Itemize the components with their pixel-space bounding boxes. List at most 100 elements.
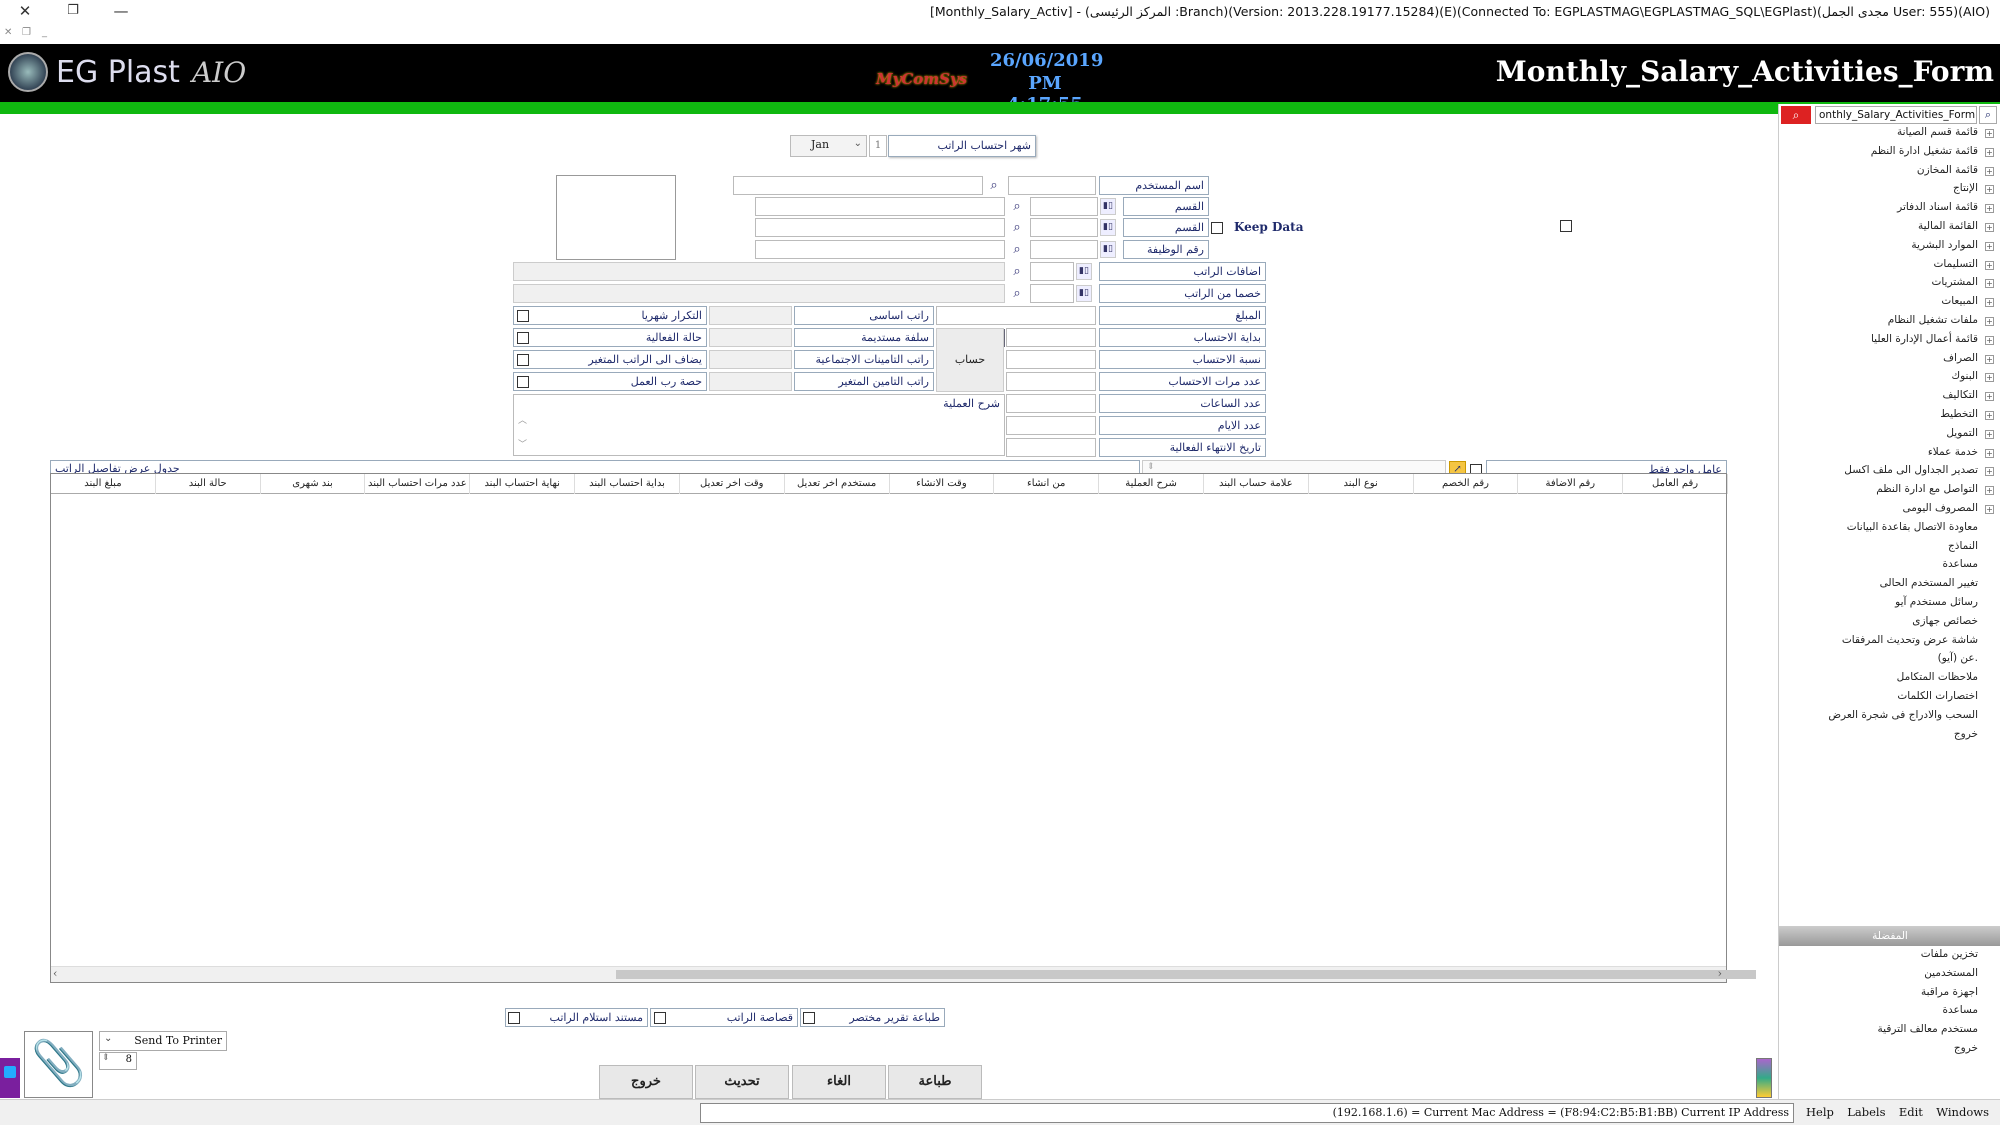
sidebar-tree-item[interactable]: البنوك bbox=[1951, 370, 1978, 382]
expand-icon[interactable]: + bbox=[1985, 354, 1994, 364]
sidebar-tree-item[interactable]: النماذج bbox=[1948, 540, 1978, 552]
salary-receipt-checkbox[interactable] bbox=[508, 1012, 520, 1024]
grid-column-header[interactable]: عدد مرات احتساب البند bbox=[365, 474, 471, 494]
sidebar-tree-item[interactable]: الموارد البشرية bbox=[1911, 239, 1978, 251]
sidebar-tree-item[interactable]: التخطيط bbox=[1940, 408, 1978, 420]
expand-icon[interactable]: + bbox=[1985, 448, 1994, 458]
favorites-item[interactable]: اجهزة مراقبة bbox=[1921, 986, 1978, 998]
hours-input[interactable] bbox=[1006, 394, 1096, 413]
sidebar-tree-item[interactable]: التكاليف bbox=[1942, 389, 1978, 401]
sidebar-tree-item[interactable]: السحب والادراج فى شجرة العرض bbox=[1828, 709, 1978, 721]
sidebar-tree-item[interactable]: رسائل مستخدم آيو bbox=[1895, 596, 1978, 608]
paperclip-icon[interactable]: 📎 bbox=[24, 1031, 93, 1098]
exit-button[interactable]: خروج bbox=[599, 1065, 693, 1099]
search-icon[interactable]: ⌕ bbox=[1781, 106, 1811, 124]
scrollbar-thumb[interactable] bbox=[616, 970, 1756, 979]
search-icon[interactable]: ⌕ bbox=[985, 177, 1003, 195]
printer-select[interactable]: ⌄ Send To Printer bbox=[99, 1031, 227, 1051]
salary-details-grid[interactable]: رقم العامل رقم الاضافة رقم الخصم نوع البند ع… bbox=[50, 473, 1756, 983]
expand-icon[interactable]: + bbox=[1985, 317, 1994, 326]
scroll-down-icon[interactable]: ﹀ bbox=[518, 437, 527, 450]
grid-column-header[interactable]: مبلغ البند bbox=[51, 474, 156, 494]
username-code-input[interactable] bbox=[1008, 176, 1096, 195]
deductions-lookup-button[interactable]: ▮▯ bbox=[1076, 285, 1092, 302]
sidebar-tree-item[interactable]: التسليمات bbox=[1934, 258, 1978, 270]
sidebar-tree-item[interactable]: خصائص جهازى bbox=[1912, 615, 1978, 627]
minimize-icon[interactable]: — bbox=[106, 0, 136, 22]
grid-column-header[interactable]: مستخدم اخر تعديل bbox=[785, 474, 890, 494]
grid-column-header[interactable]: وقت الانشاء bbox=[890, 474, 995, 494]
favorites-item[interactable]: المستخدمين bbox=[1924, 967, 1978, 979]
sidebar-search-input[interactable]: onthly_Salary_Activities_Form bbox=[1815, 106, 1977, 124]
sidebar-tree-item[interactable]: المصروف اليومى bbox=[1903, 502, 1978, 514]
calc-count-input[interactable] bbox=[1006, 372, 1096, 391]
grid-column-header[interactable]: حالة البند bbox=[156, 474, 261, 494]
sidebar-tree-item[interactable]: خدمة عملاء bbox=[1928, 446, 1978, 458]
grid-column-header[interactable]: نوع البند bbox=[1309, 474, 1414, 494]
copies-spinner[interactable]: ⇕ 8 bbox=[99, 1052, 137, 1070]
restore-icon[interactable]: ❐ bbox=[22, 27, 36, 41]
search-icon[interactable]: ⌕ bbox=[1008, 263, 1026, 281]
spinner-icon[interactable]: ⇕ bbox=[1147, 462, 1155, 472]
expand-icon[interactable]: + bbox=[1985, 429, 1994, 439]
sidebar-tree-item[interactable]: خروج bbox=[1954, 728, 1978, 740]
deductions-name-input[interactable] bbox=[513, 284, 1005, 303]
job-name-input[interactable] bbox=[755, 240, 1005, 259]
keep-data-checkbox[interactable] bbox=[1211, 222, 1223, 234]
search-icon[interactable]: ⌕ bbox=[1979, 106, 1997, 124]
restore-icon[interactable]: ❐ bbox=[58, 0, 88, 22]
spinner-icon[interactable]: ⇕ bbox=[102, 1053, 110, 1063]
sidebar-tree-item[interactable]: المبيعات bbox=[1941, 295, 1978, 307]
color-strip-icon[interactable] bbox=[1756, 1058, 1772, 1098]
sidebar-tree-item[interactable]: المشتريات bbox=[1931, 276, 1978, 288]
favorites-item[interactable]: تخزين ملفات bbox=[1921, 948, 1978, 960]
month-select[interactable]: Jan ⌄ bbox=[790, 135, 867, 157]
chevron-down-icon[interactable]: ⌄ bbox=[854, 138, 862, 149]
chevron-down-icon[interactable]: ⌄ bbox=[104, 1033, 112, 1044]
sidebar-tree-item[interactable]: الإنتاج bbox=[1953, 182, 1978, 194]
username-name-input[interactable] bbox=[733, 176, 983, 195]
grid-column-header[interactable]: رقم الاضافة bbox=[1518, 474, 1624, 494]
expand-icon[interactable]: + bbox=[1985, 166, 1994, 176]
dept-name-input[interactable] bbox=[755, 197, 1005, 216]
scroll-up-icon[interactable]: ︿ bbox=[518, 413, 527, 426]
expand-icon[interactable]: + bbox=[1985, 392, 1994, 402]
sidebar-tree-item[interactable]: اختصارات الكلمات bbox=[1897, 690, 1978, 702]
additions-code-input[interactable] bbox=[1030, 262, 1074, 281]
grid-column-header[interactable]: نهاية احتساب البند bbox=[470, 474, 576, 494]
scroll-left-icon[interactable]: ‹ bbox=[53, 967, 57, 980]
dept-lookup-button[interactable]: ▮▯ bbox=[1100, 198, 1116, 215]
sidebar-tree-item[interactable]: ملاحظات المتكامل bbox=[1897, 671, 1978, 683]
expand-icon[interactable]: + bbox=[1985, 147, 1994, 157]
sidebar-tree-item[interactable]: قائمة قسم الصيانة bbox=[1897, 126, 1978, 138]
print-short-checkbox[interactable] bbox=[803, 1012, 815, 1024]
expand-icon[interactable]: + bbox=[1985, 373, 1994, 383]
favorites-item[interactable]: مستخدم معالف الترقية bbox=[1878, 1023, 1978, 1035]
salary-slip-checkbox[interactable] bbox=[654, 1012, 666, 1024]
section-lookup-button[interactable]: ▮▯ bbox=[1100, 219, 1116, 236]
end-date-input[interactable] bbox=[1006, 438, 1096, 457]
expand-icon[interactable]: + bbox=[1985, 129, 1994, 138]
grid-column-header[interactable]: بند شهرى bbox=[261, 474, 366, 494]
grid-column-header[interactable]: من انشاء bbox=[994, 474, 1100, 494]
grid-column-header[interactable]: رقم الخصم bbox=[1414, 474, 1519, 494]
grid-column-header[interactable]: وقت اخر تعديل bbox=[680, 474, 785, 494]
sidebar-tree-item[interactable]: ملفات تشغيل النظام bbox=[1888, 314, 1978, 326]
favorites-item[interactable]: خروج bbox=[1954, 1042, 1978, 1054]
dept-code-input[interactable] bbox=[1030, 197, 1098, 216]
sidebar-tree-item[interactable]: قائمة تشغيل ادارة النظم bbox=[1871, 145, 1978, 157]
sidebar-tree-item[interactable]: شاشة عرض وتحديث المرفقات bbox=[1842, 634, 1978, 646]
favorites-item[interactable]: مساعدة bbox=[1943, 1004, 1978, 1016]
expand-icon[interactable]: + bbox=[1985, 185, 1994, 195]
minimize-icon[interactable]: _ bbox=[42, 27, 56, 41]
expand-icon[interactable]: + bbox=[1985, 241, 1994, 251]
horizontal-scrollbar[interactable]: ‹ › bbox=[51, 966, 1756, 982]
grid-column-header[interactable]: بداية احتساب البند bbox=[575, 474, 680, 494]
job-lookup-button[interactable]: ▮▯ bbox=[1100, 241, 1116, 258]
expand-icon[interactable]: + bbox=[1985, 505, 1994, 514]
expand-icon[interactable]: + bbox=[1985, 486, 1994, 496]
expand-icon[interactable]: + bbox=[1985, 335, 1994, 345]
additions-name-input[interactable] bbox=[513, 262, 1005, 281]
search-icon[interactable]: ⌕ bbox=[1008, 285, 1026, 303]
sidebar-tree-item[interactable]: التمويل bbox=[1946, 427, 1978, 439]
